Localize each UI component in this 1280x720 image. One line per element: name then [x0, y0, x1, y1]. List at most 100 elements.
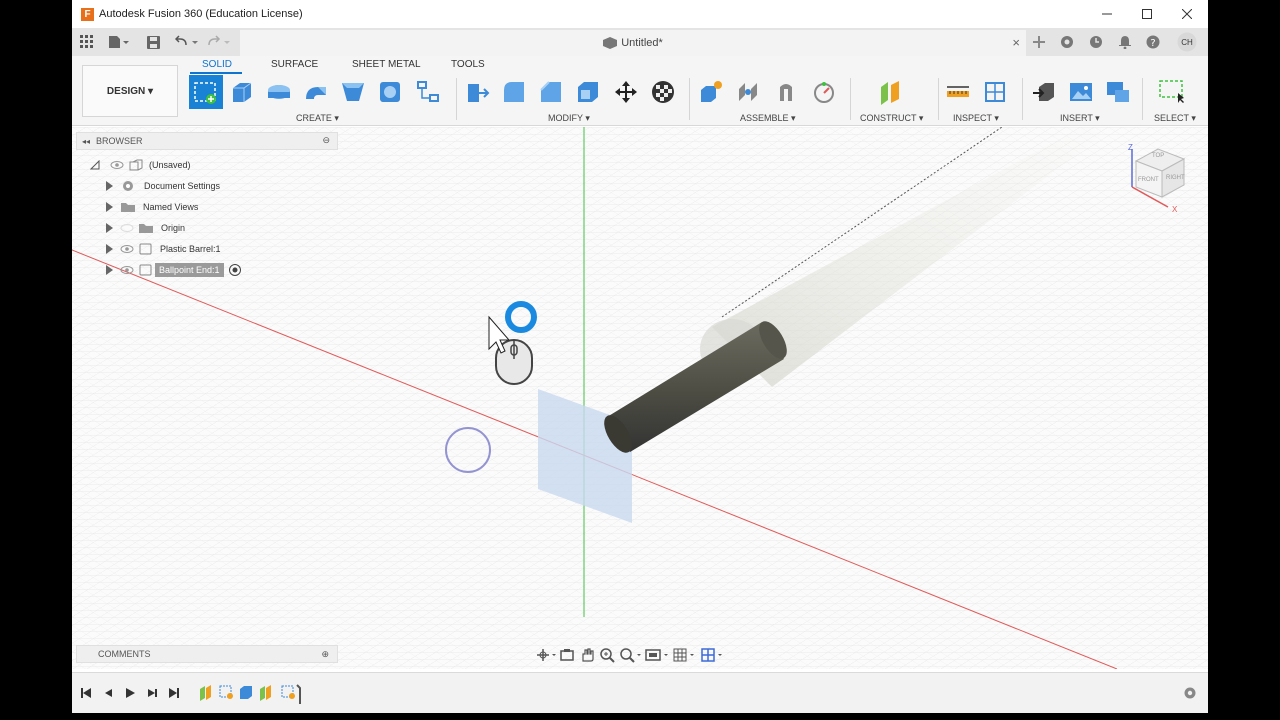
- expand-triangle-icon[interactable]: [106, 181, 113, 191]
- browser-title: BROWSER: [96, 136, 143, 146]
- save-button[interactable]: [144, 32, 162, 52]
- offset-plane-button[interactable]: [876, 78, 904, 106]
- play-icon: [126, 688, 135, 698]
- clock-icon: [1090, 36, 1102, 48]
- browser-item-named-views[interactable]: Named Views: [106, 197, 198, 217]
- file-menu-button[interactable]: [106, 32, 132, 52]
- add-comment-icon[interactable]: ⊕: [321, 649, 329, 660]
- motion-link-button[interactable]: [810, 78, 838, 106]
- appearance-icon: [652, 81, 674, 103]
- close-window-button[interactable]: [1172, 4, 1202, 24]
- measure-button[interactable]: [944, 78, 972, 106]
- modify-group-label[interactable]: MODIFY ▾: [548, 113, 590, 124]
- workspace-switcher[interactable]: DESIGN ▾: [82, 65, 178, 117]
- inspect-group-label[interactable]: INSPECT ▾: [953, 113, 999, 124]
- sweep-icon: [306, 87, 326, 99]
- timeline-start-button[interactable]: [78, 685, 94, 701]
- view-cube[interactable]: TOP FRONT RIGHT Z X: [1122, 141, 1194, 214]
- browser-root[interactable]: (Unsaved): [90, 155, 191, 175]
- press-pull-button[interactable]: [463, 78, 491, 106]
- timeline-end-button[interactable]: [166, 685, 182, 701]
- fillet-button[interactable]: [500, 78, 528, 106]
- browser-item-ballpoint-end[interactable]: Ballpoint End:1: [106, 260, 242, 280]
- grid-settings-icon[interactable]: [672, 647, 700, 663]
- select-group-label[interactable]: SELECT ▾: [1154, 113, 1196, 124]
- undo-icon: [175, 35, 198, 46]
- expand-triangle-icon[interactable]: [106, 202, 113, 212]
- tab-sheet-metal[interactable]: SHEET METAL: [352, 59, 421, 70]
- tab-tools[interactable]: TOOLS: [451, 59, 485, 70]
- timeline-settings-button[interactable]: [1182, 685, 1198, 701]
- help-button[interactable]: ?: [1144, 32, 1162, 52]
- view-cube-top[interactable]: TOP: [1152, 153, 1164, 159]
- revolve-button[interactable]: [265, 78, 293, 106]
- minimize-button[interactable]: [1092, 4, 1122, 24]
- browser-item-plastic-barrel[interactable]: Plastic Barrel:1: [106, 239, 221, 259]
- insert-group-label[interactable]: INSERT ▾: [1060, 113, 1100, 124]
- extrude-button[interactable]: [228, 78, 256, 106]
- comments-panel[interactable]: COMMENTS ⊕: [76, 645, 338, 663]
- pan-hand-icon[interactable]: [578, 647, 598, 663]
- close-tab-button[interactable]: ×: [1012, 35, 1020, 50]
- orbit-tool-icon[interactable]: [536, 647, 558, 663]
- redo-button[interactable]: [206, 32, 234, 52]
- chamfer-button[interactable]: [537, 78, 565, 106]
- data-panel-button[interactable]: [78, 32, 96, 52]
- component-icon: [139, 264, 152, 276]
- section-analysis-button[interactable]: [981, 78, 1009, 106]
- assemble-group-label[interactable]: ASSEMBLE ▾: [740, 113, 796, 124]
- browser-minimize-icon[interactable]: ⊖: [322, 135, 330, 146]
- appearance-button[interactable]: [649, 78, 677, 106]
- joint-button[interactable]: [734, 78, 762, 106]
- maximize-button[interactable]: [1132, 4, 1162, 24]
- press-pull-icon: [468, 84, 490, 102]
- save-icon: [146, 35, 160, 49]
- select-button[interactable]: [1158, 78, 1186, 106]
- ribbon-divider: [938, 78, 939, 120]
- construct-group-label[interactable]: CONSTRUCT ▾: [860, 113, 923, 124]
- create-group-label[interactable]: CREATE ▾: [296, 113, 339, 124]
- shell-button[interactable]: [376, 78, 404, 106]
- shell-modify-button[interactable]: [574, 78, 602, 106]
- tab-solid[interactable]: SOLID: [202, 59, 232, 70]
- view-cube-front[interactable]: FRONT: [1138, 177, 1159, 183]
- job-status-button[interactable]: [1087, 32, 1105, 52]
- fit-view-icon[interactable]: [618, 647, 644, 663]
- ribbon-divider: [1022, 78, 1023, 120]
- move-copy-button[interactable]: [612, 78, 640, 106]
- as-built-joint-button[interactable]: [772, 78, 800, 106]
- expand-triangle-icon[interactable]: [106, 223, 113, 233]
- sweep-button[interactable]: [302, 78, 330, 106]
- skip-end-icon: [169, 688, 179, 698]
- insert-decal-button[interactable]: [1104, 78, 1132, 106]
- extensions-button[interactable]: [1058, 32, 1076, 52]
- browser-header[interactable]: ◂◂ BROWSER ⊖: [76, 132, 338, 150]
- browser-item-document-settings[interactable]: Document Settings: [106, 176, 220, 196]
- look-at-icon[interactable]: [558, 647, 578, 663]
- viewports-icon[interactable]: [700, 647, 728, 663]
- new-tab-button[interactable]: [1030, 32, 1048, 52]
- expand-triangle-icon[interactable]: [106, 265, 113, 275]
- expand-triangle-icon[interactable]: [106, 244, 113, 254]
- timeline-next-button[interactable]: [144, 685, 160, 701]
- undo-button[interactable]: [174, 32, 202, 52]
- tab-surface[interactable]: SURFACE: [271, 59, 318, 70]
- notifications-button[interactable]: [1116, 32, 1134, 52]
- loft-button[interactable]: [339, 78, 367, 106]
- insert-derive-button[interactable]: [1030, 78, 1058, 106]
- zoom-icon[interactable]: [598, 647, 618, 663]
- collapse-browser-icon[interactable]: ◂◂: [82, 137, 90, 146]
- display-settings-icon[interactable]: [644, 647, 672, 663]
- timeline-play-button[interactable]: [122, 685, 138, 701]
- browser-item-origin[interactable]: Origin: [106, 218, 185, 238]
- timeline-previous-button[interactable]: [100, 685, 116, 701]
- view-cube-right[interactable]: RIGHT: [1166, 175, 1185, 181]
- create-sketch-button[interactable]: [189, 75, 223, 109]
- decal-icon: [1107, 82, 1129, 102]
- pattern-button[interactable]: [414, 78, 442, 106]
- document-tab[interactable]: Untitled* ×: [240, 30, 1026, 56]
- insert-canvas-button[interactable]: [1067, 78, 1095, 106]
- new-component-button[interactable]: [697, 78, 725, 106]
- plus-icon: [1033, 36, 1045, 48]
- user-avatar[interactable]: CH: [1176, 32, 1198, 52]
